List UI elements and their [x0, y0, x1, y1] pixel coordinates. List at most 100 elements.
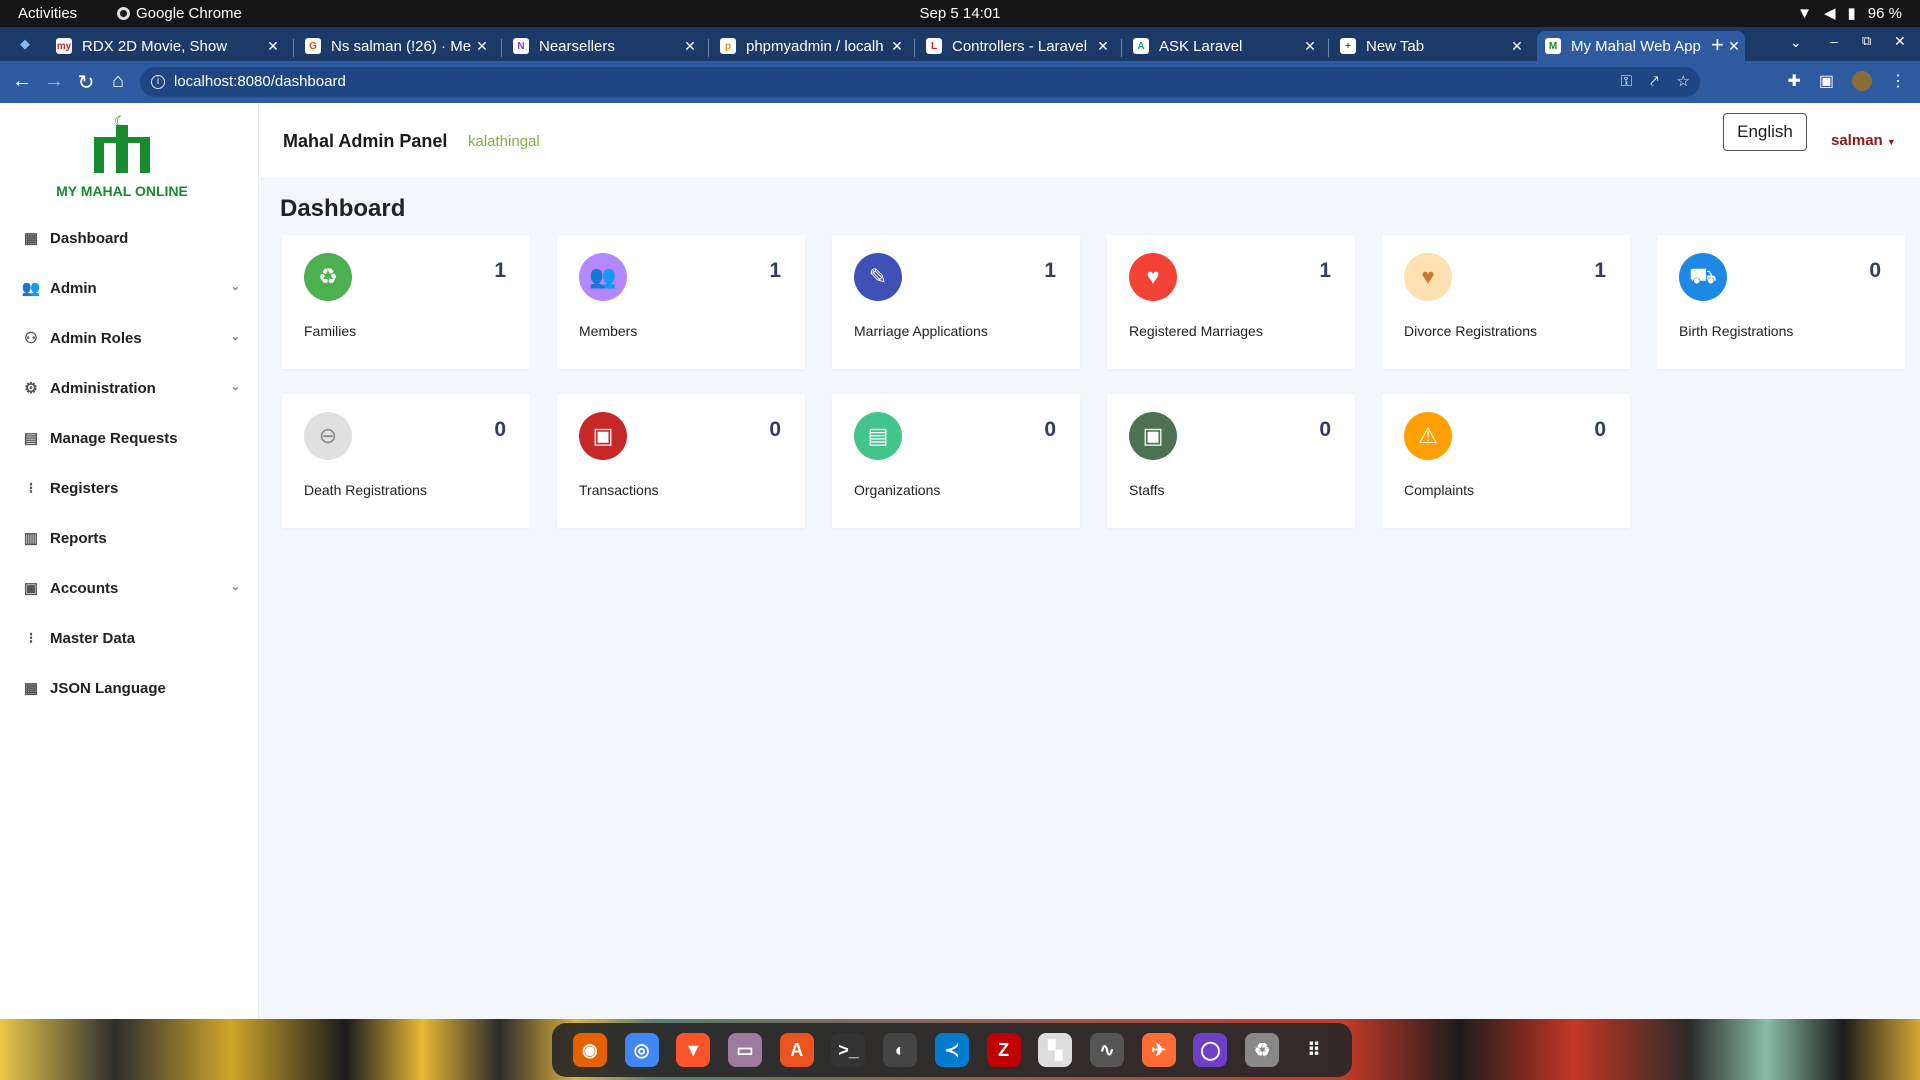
stat-card-members[interactable]: 👥 1 Members: [557, 235, 805, 369]
eye-icon[interactable]: ◐: [883, 1033, 918, 1067]
sidebar-item-administration[interactable]: ⚙ Administration ⌄: [22, 373, 240, 403]
browser-toolbar: ← → ↻ ⌂ i localhost:8080/dashboard ⚿ ⤤ ☆…: [0, 61, 1920, 103]
stat-card-organizations[interactable]: ▤ 0 Organizations: [832, 394, 1080, 528]
vscode-icon[interactable]: ≺: [934, 1033, 969, 1067]
sidebar-item-registers[interactable]: ⁝ Registers: [22, 473, 240, 503]
github-icon[interactable]: ◯: [1193, 1033, 1228, 1067]
grid-icon: ▦: [23, 680, 39, 697]
sidebar-item-admin[interactable]: 👥 Admin ⌄: [22, 273, 240, 303]
brand-logo[interactable]: ☾ MY MAHAL ONLINE: [0, 113, 244, 199]
close-tab-icon[interactable]: ✕: [679, 38, 701, 55]
stat-card-staffs[interactable]: ▣ 0 Staffs: [1107, 394, 1355, 528]
profile-avatar[interactable]: [1852, 71, 1872, 91]
stat-card-transactions[interactable]: ▣ 0 Transactions: [557, 394, 805, 528]
sidebar-item-label: Admin Roles: [50, 329, 142, 347]
maximize-button[interactable]: ⧉: [1862, 33, 1871, 49]
back-button[interactable]: ←: [10, 70, 34, 93]
sidebar-item-dashboard[interactable]: ▦ Dashboard: [22, 223, 240, 253]
tab-title: Nearsellers: [539, 37, 615, 55]
sidebar-item-json-language[interactable]: ▦ JSON Language: [22, 673, 240, 703]
home-button[interactable]: ⌂: [106, 70, 130, 93]
bookmark-star-icon[interactable]: ☆: [1677, 67, 1690, 97]
stat-card-families[interactable]: ♻ 1 Families: [282, 235, 530, 369]
clock[interactable]: Sep 5 14:01: [0, 5, 1920, 22]
reload-button[interactable]: ↻: [74, 70, 98, 95]
sidebar-item-label: JSON Language: [50, 679, 166, 697]
sidebar-item-label: Accounts: [50, 579, 119, 597]
postman-icon[interactable]: ✈: [1141, 1033, 1176, 1067]
sidebar-item-master-data[interactable]: ⁝ Master Data: [22, 623, 240, 653]
stat-card-death-registrations[interactable]: ⊖ 0 Death Registrations: [282, 394, 530, 528]
browser-tab[interactable]: + New Tab ✕: [1332, 31, 1528, 61]
software-icon[interactable]: A: [779, 1033, 814, 1067]
address-bar[interactable]: i localhost:8080/dashboard ⚿ ⤤ ☆: [140, 67, 1700, 97]
tab-separator: [708, 39, 709, 57]
sidebar-item-accounts[interactable]: ▣ Accounts ⌄: [22, 573, 240, 603]
browser-tab[interactable]: G Ns salman (!26) · Mer ✕: [297, 31, 493, 61]
panel-title: Mahal Admin Panel: [283, 131, 448, 151]
tab-list-chevron-icon[interactable]: ⌄: [1790, 34, 1802, 51]
stat-label: Complaints: [1404, 482, 1475, 498]
new-tab-button[interactable]: +: [1711, 32, 1724, 58]
close-tab-icon[interactable]: ✕: [471, 38, 493, 55]
file-icon: ▤: [23, 430, 39, 447]
tab-favicon-icon: M: [1545, 38, 1561, 54]
site-info-icon[interactable]: i: [151, 75, 165, 89]
volume-icon: ◀: [1823, 5, 1836, 22]
close-window-button[interactable]: ✕: [1894, 33, 1906, 50]
stat-value: 0: [1869, 259, 1881, 282]
stat-value: 1: [494, 259, 506, 282]
stat-card-complaints[interactable]: ⚠ 0 Complaints: [1382, 394, 1630, 528]
monitor-icon[interactable]: ∿: [1090, 1033, 1125, 1067]
minimize-button[interactable]: –: [1830, 33, 1838, 49]
app-icon[interactable]: ▚: [1038, 1033, 1073, 1067]
extensions-icon[interactable]: ✚: [1787, 71, 1800, 91]
stat-label: Transactions: [579, 482, 659, 498]
user-menu[interactable]: salman ▼: [1831, 132, 1896, 149]
files-icon[interactable]: ▭: [728, 1033, 763, 1067]
settings-icon: ⚙: [24, 380, 38, 397]
browser-tab[interactable]: my RDX 2D Movie, Show ✕: [48, 31, 284, 61]
filezilla-icon[interactable]: Z: [986, 1033, 1021, 1067]
building-icon: ▤: [854, 412, 902, 460]
system-tray[interactable]: ▼ ◀ ▮ 96 %: [1797, 4, 1902, 23]
money-icon: ▣: [579, 412, 627, 460]
browser-tab[interactable]: p phpmyadmin / localh ✕: [712, 31, 908, 61]
apps-grid-icon[interactable]: ⠿: [1297, 1033, 1331, 1067]
share-icon[interactable]: ⤤: [1650, 67, 1658, 97]
brand-name: MY MAHAL ONLINE: [56, 183, 188, 199]
brave-icon[interactable]: ▼: [676, 1033, 711, 1067]
language-button[interactable]: English: [1723, 113, 1807, 151]
stat-value: 0: [1319, 418, 1331, 441]
side-panel-icon[interactable]: ▣: [1819, 71, 1834, 91]
forward-button[interactable]: →: [42, 70, 66, 93]
stat-card-birth-registrations[interactable]: ⛟ 0 Birth Registrations: [1657, 235, 1905, 369]
mahal-name: kalathingal: [468, 133, 540, 150]
browser-tab[interactable]: N Nearsellers ✕: [505, 31, 701, 61]
terminal-icon[interactable]: >_: [831, 1033, 866, 1067]
chrome-icon[interactable]: ◎: [624, 1033, 659, 1067]
more-menu-icon[interactable]: ⋮: [1890, 71, 1906, 91]
wifi-icon: ▼: [1797, 4, 1812, 22]
browser-tab[interactable]: A ASK Laravel ✕: [1125, 31, 1321, 61]
browser-tab[interactable]: L Controllers - Laravel ✕: [918, 31, 1114, 61]
close-tab-icon[interactable]: ✕: [1723, 38, 1745, 55]
sidebar-item-manage-requests[interactable]: ▤ Manage Requests: [22, 423, 240, 453]
sidebar-item-label: Manage Requests: [50, 429, 178, 447]
close-tab-icon[interactable]: ✕: [1092, 38, 1114, 55]
stat-card-divorce-registrations[interactable]: ♥ 1 Divorce Registrations: [1382, 235, 1630, 369]
sidebar-item-reports[interactable]: ▥ Reports: [22, 523, 240, 553]
trash-icon[interactable]: ♻: [1245, 1033, 1280, 1067]
close-tab-icon[interactable]: ✕: [1299, 38, 1321, 55]
firefox-icon[interactable]: ◉: [572, 1033, 607, 1067]
tab-search-icon[interactable]: ◆: [20, 36, 30, 52]
sidebar-item-admin-roles[interactable]: ⚇ Admin Roles ⌄: [22, 323, 240, 353]
key-icon[interactable]: ⚿: [1621, 67, 1632, 97]
close-tab-icon[interactable]: ✕: [1506, 38, 1528, 55]
close-tab-icon[interactable]: ✕: [886, 38, 908, 55]
url-text: localhost:8080/dashboard: [174, 73, 346, 90]
stat-card-registered-marriages[interactable]: ♥ 1 Registered Marriages: [1107, 235, 1355, 369]
stat-card-marriage-applications[interactable]: ✎ 1 Marriage Applications: [832, 235, 1080, 369]
caret-down-icon: ▼: [1886, 137, 1896, 147]
close-tab-icon[interactable]: ✕: [262, 38, 284, 55]
